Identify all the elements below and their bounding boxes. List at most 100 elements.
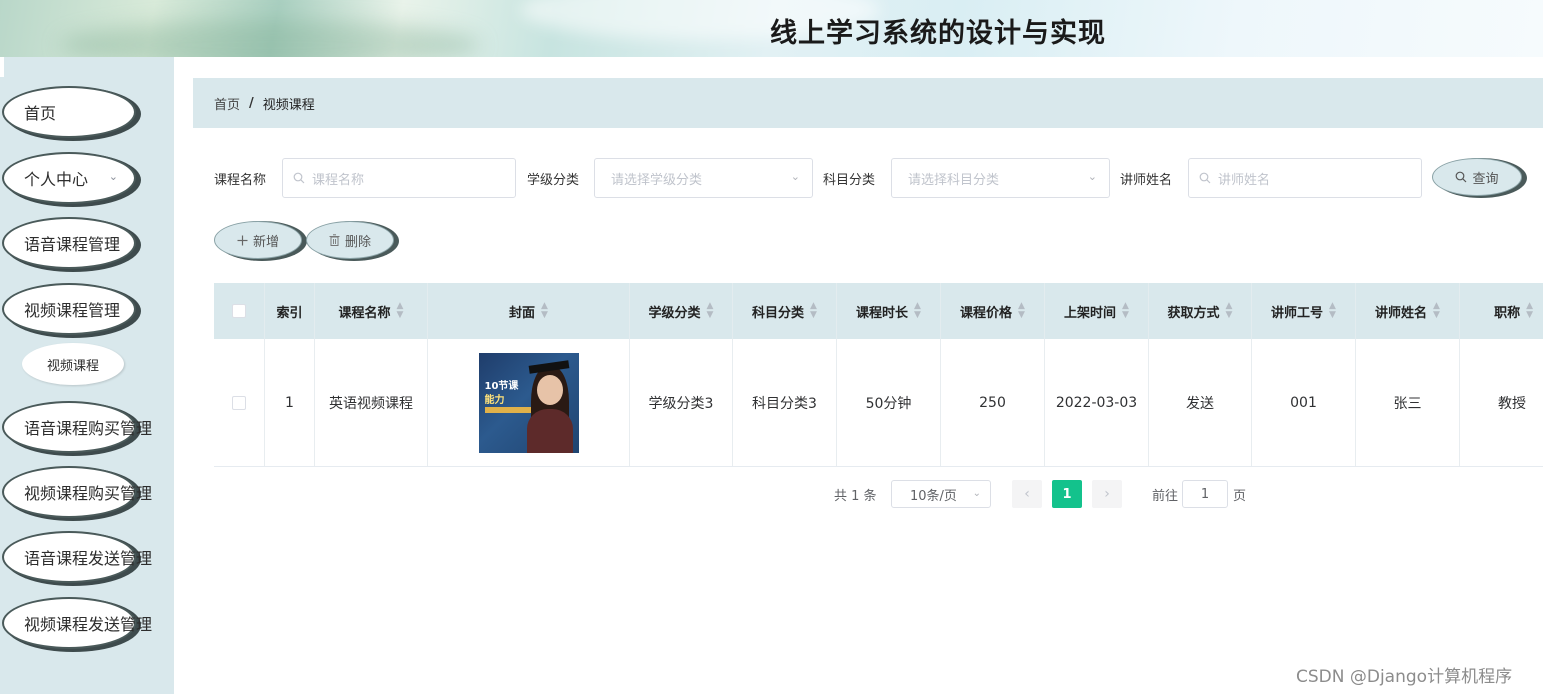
sort-icon[interactable]: ▲ ▼ [707, 302, 714, 320]
goto-page-input[interactable]: 1 [1182, 480, 1228, 508]
trash-icon [329, 234, 340, 246]
sidebar-item-audio-send-mgmt[interactable]: 语音课程发送管理 [2, 531, 152, 583]
cell-subject: 科目分类3 [733, 339, 837, 466]
sort-icon[interactable]: ▲ ▼ [1226, 302, 1233, 320]
column-header-label: 职称 [1494, 305, 1521, 321]
column-header-duration[interactable]: 课程时长 ▲ ▼ [837, 283, 941, 339]
grade-placeholder: 请选择学级分类 [611, 172, 703, 188]
cell-course-name: 英语视频课程 [315, 339, 428, 466]
grade-label: 学级分类 [527, 173, 580, 188]
add-button-label: 新增 [252, 234, 279, 250]
course-name-placeholder: 课程名称 [312, 172, 365, 188]
sidebar-item-label: 语音课程发送管理 [24, 549, 153, 568]
next-page-button[interactable]: › [1092, 480, 1122, 508]
pagination: 共 1 条 10条/页 ⌄ ‹ 1 › 前往 1 页 [0, 479, 1543, 509]
column-header-subject[interactable]: 科目分类 ▲ ▼ [733, 283, 837, 339]
sort-icon[interactable]: ▲ ▼ [1122, 302, 1129, 320]
column-header-label: 学级分类 [648, 305, 701, 321]
column-header-label: 获取方式 [1167, 305, 1220, 321]
sidebar-item-video-send-mgmt[interactable]: 视频课程发送管理 [2, 597, 152, 649]
column-header-label: 索引 [276, 305, 303, 321]
sort-icon[interactable]: ▲ ▼ [1433, 302, 1440, 320]
column-header-label: 封面 [509, 305, 536, 321]
subject-placeholder: 请选择科目分类 [908, 172, 1000, 188]
cell-grade: 学级分类3 [630, 339, 733, 466]
column-header-label: 课程时长 [856, 305, 909, 321]
search-icon [1199, 172, 1211, 184]
page-size-value: 10条/页 [910, 488, 957, 504]
breadcrumb: 首页 / 视频课程 [193, 78, 1543, 128]
sort-icon[interactable]: ▲ ▼ [810, 302, 817, 320]
breadcrumb-separator: / [249, 95, 254, 111]
chevron-down-icon: ⌄ [1087, 170, 1097, 183]
course-name-input[interactable]: 课程名称 [282, 158, 516, 198]
cell-index: 1 [265, 339, 315, 466]
sort-icon[interactable]: ▲ ▼ [1018, 302, 1025, 320]
query-button[interactable]: 查询 [1432, 158, 1522, 196]
chevron-right-icon: › [1104, 486, 1110, 502]
cell-price: 250 [941, 339, 1045, 466]
plus-icon [237, 235, 248, 245]
cell-method: 发送 [1149, 339, 1252, 466]
breadcrumb-home[interactable]: 首页 [214, 94, 240, 113]
grade-select[interactable]: 请选择学级分类 ⌄ [594, 158, 813, 198]
cover-decoration [526, 408, 573, 453]
select-all-checkbox[interactable] [232, 304, 246, 318]
app-title: 线上学习系统的设计与实现 [770, 18, 1106, 49]
sidebar-subitem-video-course[interactable]: 视频课程 [22, 343, 124, 385]
cover-decoration [484, 406, 531, 413]
cell-title: 教授 [1498, 395, 1526, 412]
column-header-label: 讲师工号 [1271, 305, 1324, 321]
cell-teacher-id: 001 [1252, 339, 1356, 466]
column-header-course-name[interactable]: 课程名称 ▲ ▼ [315, 283, 428, 339]
column-header-grade[interactable]: 学级分类 ▲ ▼ [630, 283, 733, 339]
delete-button[interactable]: 删除 [306, 221, 394, 259]
add-button[interactable]: 新增 [214, 221, 302, 259]
chevron-down-icon: ⌄ [972, 488, 981, 499]
page-number-current[interactable]: 1 [1052, 480, 1082, 508]
sidebar-item-audio-course-mgmt[interactable]: 语音课程管理 [2, 217, 136, 269]
header-background-shape [60, 20, 480, 57]
column-header-date[interactable]: 上架时间 ▲ ▼ [1045, 283, 1149, 339]
page-size-select[interactable]: 10条/页 ⌄ [891, 480, 991, 508]
column-header-teacher-id[interactable]: 讲师工号 ▲ ▼ [1252, 283, 1356, 339]
teacher-name-label: 讲师姓名 [1120, 173, 1173, 188]
sort-icon[interactable]: ▲ ▼ [914, 302, 921, 320]
prev-page-button[interactable]: ‹ [1012, 480, 1042, 508]
teacher-name-placeholder: 讲师姓名 [1218, 172, 1271, 188]
column-header-index: 索引 [265, 283, 315, 339]
sidebar-item-label: 视频课程发送管理 [24, 615, 153, 634]
chevron-down-icon: ⌄ [790, 170, 800, 183]
table-row: 1 英语视频课程 10节课 能力 学级分类3 科目分类3 50分钟 250 20… [214, 339, 1543, 467]
cell-cover: 10节课 能力 [428, 339, 630, 466]
watermark: CSDN @Django计算机程序 [1296, 667, 1513, 687]
sidebar-subitem-label: 视频课程 [46, 358, 99, 374]
column-header-label: 讲师姓名 [1375, 305, 1428, 321]
sidebar-item-video-course-mgmt[interactable]: 视频课程管理 [2, 283, 136, 335]
cover-decoration: 能力 [484, 394, 505, 406]
subject-label: 科目分类 [823, 173, 876, 188]
sort-icon[interactable]: ▲ ▼ [1329, 302, 1336, 320]
teacher-name-input[interactable]: 讲师姓名 [1188, 158, 1422, 198]
subject-select[interactable]: 请选择科目分类 ⌄ [891, 158, 1110, 198]
sort-icon[interactable]: ▲ ▼ [541, 302, 548, 320]
column-header-label: 课程名称 [338, 305, 391, 321]
column-header-cover[interactable]: 封面 ▲ ▼ [428, 283, 630, 339]
cell-teacher-name: 张三 [1356, 339, 1460, 466]
column-header-teacher-name[interactable]: 讲师姓名 ▲ ▼ [1356, 283, 1460, 339]
search-icon [1456, 171, 1467, 183]
delete-button-label: 删除 [344, 234, 371, 250]
column-header-title[interactable]: 职称 ▲ ▼ [1460, 283, 1543, 339]
column-header-price[interactable]: 课程价格 ▲ ▼ [941, 283, 1045, 339]
sort-icon[interactable]: ▲ ▼ [1526, 302, 1533, 320]
sidebar-item-audio-purchase-mgmt[interactable]: 语音课程购买管理 [2, 401, 152, 453]
search-icon [293, 172, 305, 184]
sidebar-item-home[interactable]: 首页 [2, 86, 136, 138]
column-header-method[interactable]: 获取方式 ▲ ▼ [1149, 283, 1252, 339]
row-checkbox[interactable] [232, 395, 246, 410]
sort-icon[interactable]: ▲ ▼ [397, 302, 404, 320]
column-header-label: 上架时间 [1064, 305, 1117, 321]
goto-label: 前往 [1152, 489, 1179, 504]
sidebar-item-label: 首页 [24, 104, 57, 123]
course-cover-image[interactable]: 10节课 能力 [478, 352, 579, 453]
